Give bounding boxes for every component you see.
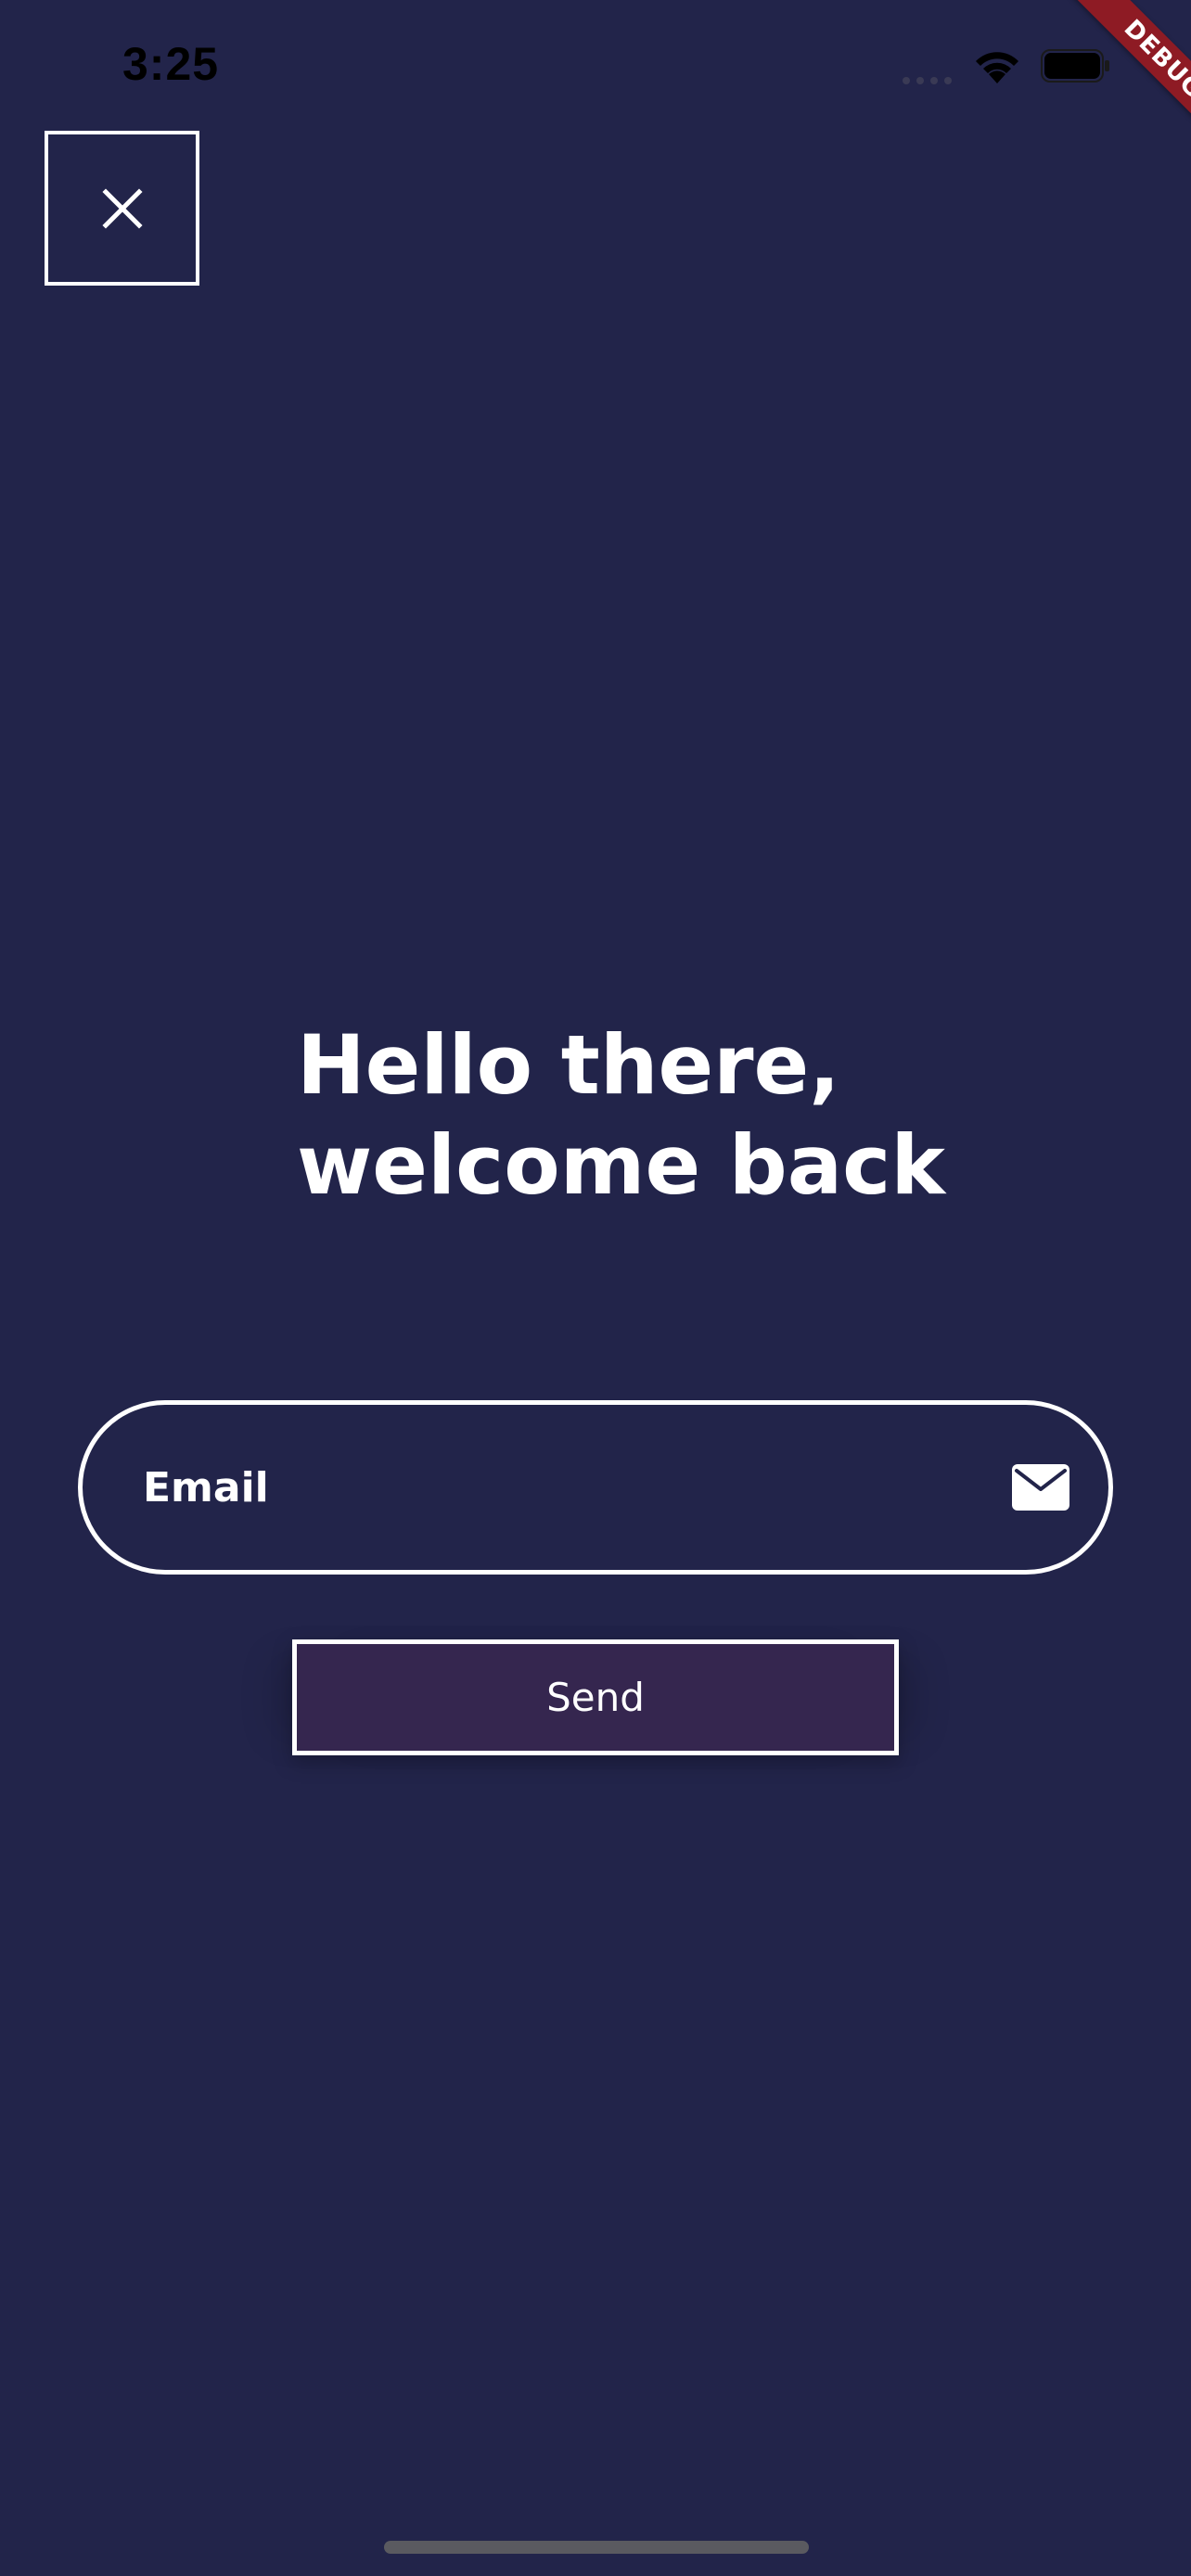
close-button[interactable] xyxy=(45,131,199,286)
wifi-icon xyxy=(976,52,1018,83)
email-input[interactable] xyxy=(143,1405,978,1570)
login-screen: 3:25 DEBUG Hello there, welcome back Ema… xyxy=(0,0,1191,2576)
welcome-heading-line1: Hello there, xyxy=(297,1017,840,1113)
debug-banner: DEBUG xyxy=(1051,0,1191,172)
email-field[interactable] xyxy=(78,1400,1113,1575)
close-icon xyxy=(101,187,143,229)
status-bar-time: 3:25 xyxy=(122,38,220,90)
battery-icon xyxy=(1041,49,1109,83)
mail-icon xyxy=(1012,1464,1069,1511)
send-button[interactable]: Send xyxy=(292,1639,899,1755)
cellular-signal-icon xyxy=(903,77,952,84)
welcome-heading-line2: welcome back xyxy=(297,1117,945,1213)
welcome-heading: Hello there, welcome back xyxy=(297,1015,1039,1216)
home-indicator[interactable] xyxy=(384,2541,809,2554)
